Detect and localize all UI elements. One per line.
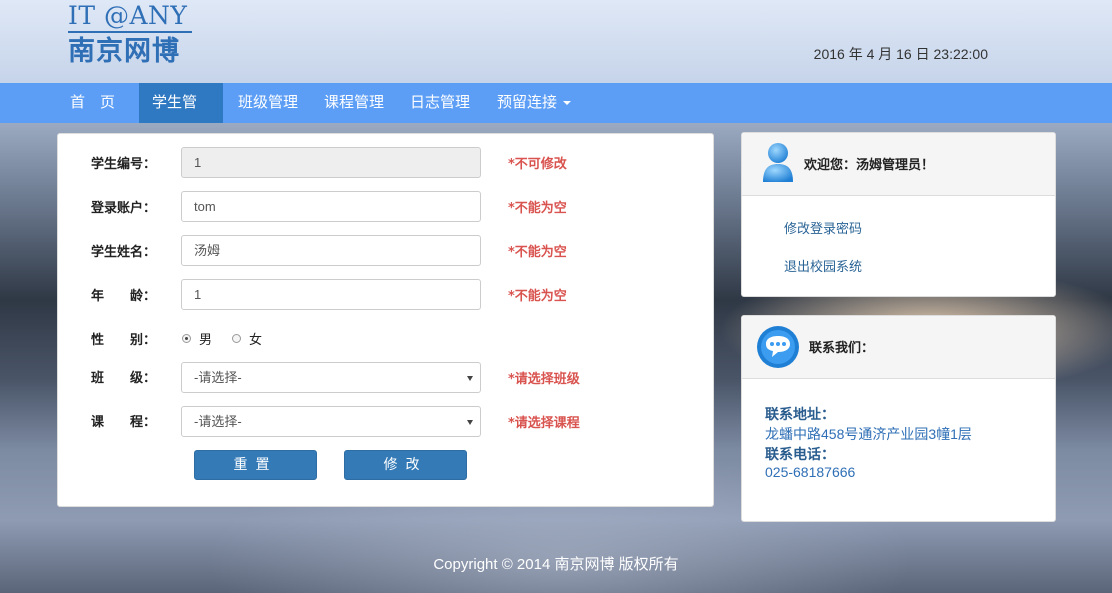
submit-button[interactable]: 修改 <box>344 450 467 480</box>
nav-reserved-links-label: 预留连接 <box>497 93 558 111</box>
address-value: 龙蟠中路458号通济产业园3幢1层 <box>765 426 972 442</box>
student-name-hint: *不能为空 <box>508 245 567 260</box>
logo-bottom-text: 南京网博 <box>68 36 180 67</box>
student-name-label: 学生姓名： <box>91 245 157 260</box>
current-datetime: 2016 年 4 月 16 日 23:22:00 <box>813 46 988 62</box>
page-header: IT @ANY 南京网博 2016 年 4 月 16 日 23:22:00 <box>0 0 1112 83</box>
reset-button[interactable]: 重置 <box>194 450 317 480</box>
class-select[interactable]: -请选择- <box>181 362 481 393</box>
nav-log-management[interactable]: 日志管理 <box>397 83 483 123</box>
age-hint: *不能为空 <box>508 289 567 304</box>
nav-course-management[interactable]: 课程管理 <box>311 83 397 123</box>
student-id-hint: *不可修改 <box>508 157 567 172</box>
nav-reserved-links-dropdown[interactable]: 预留连接 <box>484 83 584 123</box>
phone-label: 联系电话： <box>765 447 835 463</box>
contact-panel: 联系我们： 联系地址： 龙蟠中路458号通济产业园3幢1层 联系电话： 025-… <box>741 315 1056 522</box>
phone-value: 025-68187666 <box>765 464 856 480</box>
chat-bubble-icon <box>757 326 799 368</box>
contact-panel-header: 联系我们： <box>742 316 1055 379</box>
gender-male-label[interactable]: 男 <box>199 329 212 348</box>
gender-female-radio[interactable] <box>232 334 241 343</box>
gender-label: 性 别： <box>91 333 157 348</box>
course-hint: *请选择课程 <box>508 416 580 431</box>
student-id-field[interactable]: 1 <box>181 147 481 178</box>
logo-top-text: IT @ANY <box>68 1 188 30</box>
nav-home[interactable]: 首 页 <box>57 83 128 123</box>
nav-class-management[interactable]: 班级管理 <box>225 83 311 123</box>
student-edit-form: 学生编号： 1 *不可修改 登录账户： tom *不能为空 学生姓名： 汤姆 *… <box>57 133 714 507</box>
footer-copyright: Copyright © 2014 南京网博 版权所有 <box>433 556 679 573</box>
login-account-label: 登录账户： <box>91 201 157 216</box>
class-hint: *请选择班级 <box>508 372 580 387</box>
course-label: 课 程： <box>91 415 157 430</box>
user-icon <box>763 143 793 182</box>
nav-student-management[interactable]: 学生管理 <box>139 83 223 149</box>
caret-down-icon <box>563 100 572 105</box>
age-field[interactable]: 1 <box>181 279 481 310</box>
gender-male-radio[interactable] <box>182 334 191 343</box>
address-label: 联系地址： <box>765 407 835 423</box>
contact-title: 联系我们： <box>809 341 875 356</box>
class-label: 班 级： <box>91 371 157 386</box>
gender-female-label[interactable]: 女 <box>249 329 262 348</box>
logout-link[interactable]: 退出校园系统 <box>784 256 862 275</box>
welcome-title: 欢迎您：汤姆管理员！ <box>804 158 935 173</box>
main-navbar: 首 页 学生管理 班级管理 课程管理 日志管理 预留连接 <box>0 83 1112 149</box>
age-label: 年 龄： <box>91 289 157 304</box>
login-account-field[interactable]: tom <box>181 191 481 222</box>
course-select[interactable]: -请选择- <box>181 406 481 437</box>
login-account-hint: *不能为空 <box>508 201 567 216</box>
student-name-field[interactable]: 汤姆 <box>181 235 481 266</box>
welcome-panel-header: 欢迎您：汤姆管理员！ <box>742 133 1055 196</box>
change-password-link[interactable]: 修改登录密码 <box>784 218 862 237</box>
logo-divider <box>68 31 192 33</box>
welcome-panel: 欢迎您：汤姆管理员！ 修改登录密码 退出校园系统 <box>741 132 1056 297</box>
site-logo[interactable]: IT @ANY 南京网博 <box>68 2 198 72</box>
student-id-label: 学生编号： <box>91 157 157 172</box>
